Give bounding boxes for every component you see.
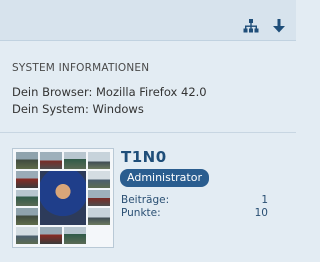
stat-value: 10 — [254, 207, 268, 219]
avatar-collage — [16, 152, 110, 244]
avatar-tile — [16, 170, 38, 188]
avatar-face — [40, 170, 86, 226]
avatar-tile — [16, 152, 38, 169]
arrow-down-icon[interactable] — [271, 19, 287, 33]
stat-label: Punkte: — [121, 207, 161, 219]
top-toolbar — [0, 0, 296, 41]
avatar-tile — [40, 227, 62, 244]
avatar[interactable] — [12, 148, 114, 248]
avatar-tile — [64, 227, 86, 244]
avatar-tile — [16, 189, 38, 207]
browser-info: Dein Browser: Mozilla Firefox 42.0 — [12, 85, 207, 99]
stat-points: Punkte: 10 — [121, 207, 268, 220]
avatar-tile — [40, 152, 62, 169]
username-link[interactable]: T1N0 — [121, 148, 167, 166]
avatar-tile — [88, 170, 110, 188]
stat-value: 1 — [261, 194, 268, 206]
sitemap-icon[interactable] — [243, 19, 259, 33]
system-info-panel: SYSTEM INFORMATIONEN Dein Browser: Mozil… — [12, 62, 207, 118]
stat-posts: Beiträge: 1 — [121, 194, 268, 207]
avatar-tile — [64, 152, 86, 169]
avatar-tile — [88, 208, 110, 226]
avatar-tile — [88, 189, 110, 207]
avatar-tile — [16, 208, 38, 226]
divider — [0, 132, 296, 133]
rank-badge: Administrator — [120, 169, 209, 187]
system-info-heading: SYSTEM INFORMATIONEN — [12, 62, 150, 74]
avatar-tile — [88, 152, 110, 169]
stat-label: Beiträge: — [121, 194, 170, 206]
avatar-tile — [16, 227, 38, 244]
system-info: Dein System: Windows — [12, 102, 144, 116]
user-stats: Beiträge: 1 Punkte: 10 — [121, 194, 268, 220]
